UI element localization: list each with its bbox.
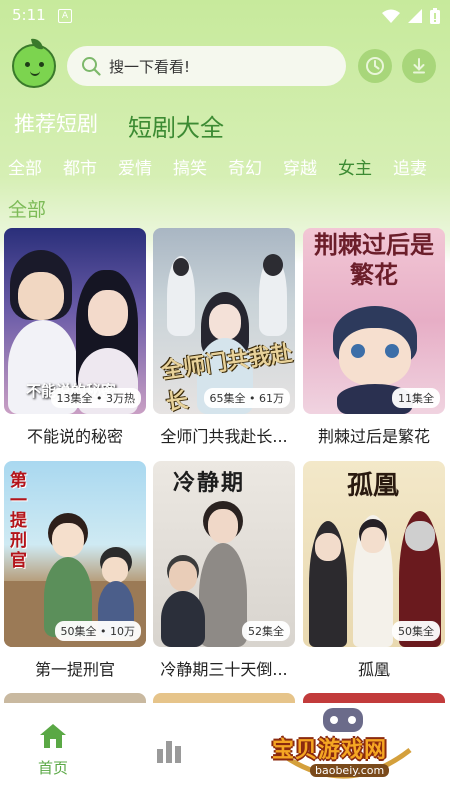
category-time-travel[interactable]: 穿越 xyxy=(283,154,317,179)
history-button[interactable] xyxy=(358,49,392,83)
drama-title: 第一提刑官 xyxy=(34,660,115,679)
nav-home-label: 首页 xyxy=(38,759,69,777)
drama-poster: 孤凰 50集全 xyxy=(303,461,445,647)
drama-poster: 第一提刑官 50集全 • 10万 xyxy=(4,461,146,647)
drama-poster-peek xyxy=(4,693,146,703)
category-filter: 全部 都市 爱情 搞笑 奇幻 穿越 女主 追妻 xyxy=(8,154,448,179)
drama-title: 不能说的秘密 xyxy=(26,427,123,446)
drama-poster: 荆棘过后是繁花 11集全 xyxy=(303,228,445,414)
top-header: 搜一下看看! xyxy=(0,37,450,90)
poster-title-text: 第一提刑官 xyxy=(10,471,27,571)
status-time: 5:11 xyxy=(12,6,46,24)
episode-badge: 50集全 xyxy=(392,621,440,641)
download-icon xyxy=(413,58,425,74)
drama-card[interactable]: 不能说的秘密 13集全 • 3万热 不能说的秘密 xyxy=(4,228,146,447)
episode-badge: 52集全 xyxy=(242,621,290,641)
drama-card[interactable]: 全师门共我赴长 65集全 • 61万 全师门共我赴长... xyxy=(153,228,295,447)
drama-title: 孤凰 xyxy=(357,660,390,679)
search-bar[interactable]: 搜一下看看! xyxy=(67,46,346,86)
watermark-logo: 宝贝游戏网 baobeiy.com xyxy=(268,706,418,790)
category-comedy[interactable]: 搞笑 xyxy=(173,154,207,179)
drama-poster-peek xyxy=(153,693,295,703)
bar-chart-icon xyxy=(157,741,181,763)
nav-home[interactable]: 首页 xyxy=(38,723,68,778)
poster-title-text: 荆棘过后是繁花 xyxy=(314,231,434,289)
category-fantasy[interactable]: 奇幻 xyxy=(228,154,262,179)
drama-poster-peek xyxy=(303,693,445,703)
search-placeholder: 搜一下看看! xyxy=(109,57,191,76)
episode-badge: 50集全 • 10万 xyxy=(54,621,141,641)
poster-title-text: 孤凰 xyxy=(347,471,400,501)
category-city[interactable]: 都市 xyxy=(63,154,97,179)
tab-recommended[interactable]: 推荐短剧 xyxy=(14,108,98,143)
clock-icon xyxy=(366,57,384,75)
poster-title-text: 冷静期 xyxy=(173,471,246,496)
drama-title: 全师门共我赴长... xyxy=(160,427,288,446)
drama-card[interactable]: 荆棘过后是繁花 11集全 荆棘过后是繁花 xyxy=(303,228,445,447)
category-chase-wife[interactable]: 追妻 xyxy=(393,154,427,179)
category-female-lead[interactable]: 女主 xyxy=(338,154,372,179)
tab-all-dramas[interactable]: 短剧大全 xyxy=(128,108,224,143)
drama-card[interactable]: 孤凰 50集全 孤凰 xyxy=(303,461,445,680)
app-logo xyxy=(12,37,56,88)
download-button[interactable] xyxy=(402,49,436,83)
drama-card[interactable]: 冷静期 52集全 冷静期三十天倒... xyxy=(153,461,295,680)
section-title: 全部 xyxy=(8,199,47,221)
home-icon xyxy=(40,724,66,748)
main-tabs: 推荐短剧 短剧大全 xyxy=(14,108,224,143)
signal-icon xyxy=(408,9,422,23)
status-icons xyxy=(382,8,440,24)
status-bar: 5:11 A xyxy=(0,0,450,32)
drama-title: 荆棘过后是繁花 xyxy=(317,427,430,446)
nav-ranking[interactable] xyxy=(156,739,182,763)
notification-icon: A xyxy=(58,9,72,23)
category-all[interactable]: 全部 xyxy=(8,154,42,179)
watermark-url: baobeiy.com xyxy=(310,764,390,777)
episode-badge: 65集全 • 61万 xyxy=(203,388,290,408)
drama-poster: 不能说的秘密 13集全 • 3万热 xyxy=(4,228,146,414)
drama-poster: 冷静期 52集全 xyxy=(153,461,295,647)
drama-card[interactable]: 第一提刑官 50集全 • 10万 第一提刑官 xyxy=(4,461,146,680)
episode-badge: 13集全 • 3万热 xyxy=(50,388,141,408)
drama-title: 冷静期三十天倒... xyxy=(160,660,288,679)
drama-poster: 全师门共我赴长 65集全 • 61万 xyxy=(153,228,295,414)
battery-icon xyxy=(430,8,440,24)
search-icon xyxy=(82,57,101,76)
episode-badge: 11集全 xyxy=(392,388,440,408)
category-romance[interactable]: 爱情 xyxy=(118,154,152,179)
wifi-icon xyxy=(382,9,400,23)
watermark-text: 宝贝游戏网 xyxy=(272,738,388,763)
